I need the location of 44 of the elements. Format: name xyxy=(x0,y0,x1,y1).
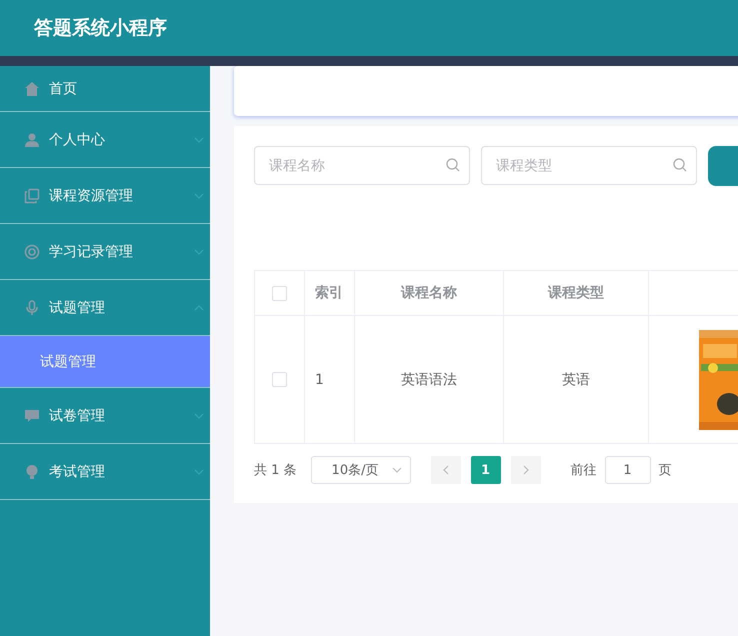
search-icon xyxy=(673,158,687,172)
menu-item[interactable]: 首页 xyxy=(0,66,210,112)
chevron-up-icon xyxy=(194,304,204,310)
page-button[interactable]: 1 xyxy=(470,456,501,484)
menu-item[interactable]: 课程资源管理 xyxy=(0,168,210,224)
page-size-select[interactable]: 10条/页 xyxy=(310,456,411,484)
home-icon xyxy=(24,80,40,96)
submenu-item[interactable]: 试题管理 xyxy=(0,336,210,388)
previous-page-button[interactable] xyxy=(430,456,461,484)
select-all-checkbox[interactable] xyxy=(272,286,287,300)
table-cell: 英语语法 xyxy=(401,370,457,388)
table-cell: 英语 xyxy=(562,370,590,388)
total-count: 共 1 条 xyxy=(254,462,297,479)
chevron-left-icon xyxy=(442,465,449,475)
chevron-down-icon xyxy=(194,136,204,142)
page-input[interactable]: 1 xyxy=(604,456,651,484)
search-field[interactable]: 课程类型 xyxy=(481,146,697,185)
chevron-down-icon xyxy=(194,468,204,474)
microphone-icon xyxy=(24,300,40,316)
chevron-down-icon xyxy=(392,467,402,473)
menu-item[interactable]: 学习记录管理 xyxy=(0,224,210,280)
chevron-down-icon xyxy=(194,248,204,254)
search-field[interactable]: 课程名称 xyxy=(254,146,470,185)
menu-item[interactable]: 个人中心 xyxy=(0,112,210,168)
chevron-down-icon xyxy=(194,412,204,418)
menu-item[interactable]: 试卷管理 xyxy=(0,388,210,444)
target-icon xyxy=(24,244,40,260)
search-icon xyxy=(446,158,460,172)
menu-item[interactable]: 考试管理 xyxy=(0,444,210,500)
table-cell: 1 xyxy=(315,372,324,388)
chevron-down-icon xyxy=(194,192,204,198)
next-page-button[interactable] xyxy=(510,456,541,484)
column-header: 索引 xyxy=(315,284,343,302)
column-header: 课程名称 xyxy=(401,284,457,302)
page-unit: 页 xyxy=(658,462,672,479)
bulb-icon xyxy=(24,464,40,480)
goto-label: 前往 xyxy=(570,462,597,479)
app-title: 答题系统小程序 xyxy=(34,16,167,41)
row-checkbox[interactable] xyxy=(272,372,287,387)
chevron-right-icon xyxy=(522,465,529,475)
column-header: 课程类型 xyxy=(548,284,604,302)
copy-icon xyxy=(24,188,40,204)
chat-icon xyxy=(24,408,40,424)
user-icon xyxy=(24,132,40,148)
